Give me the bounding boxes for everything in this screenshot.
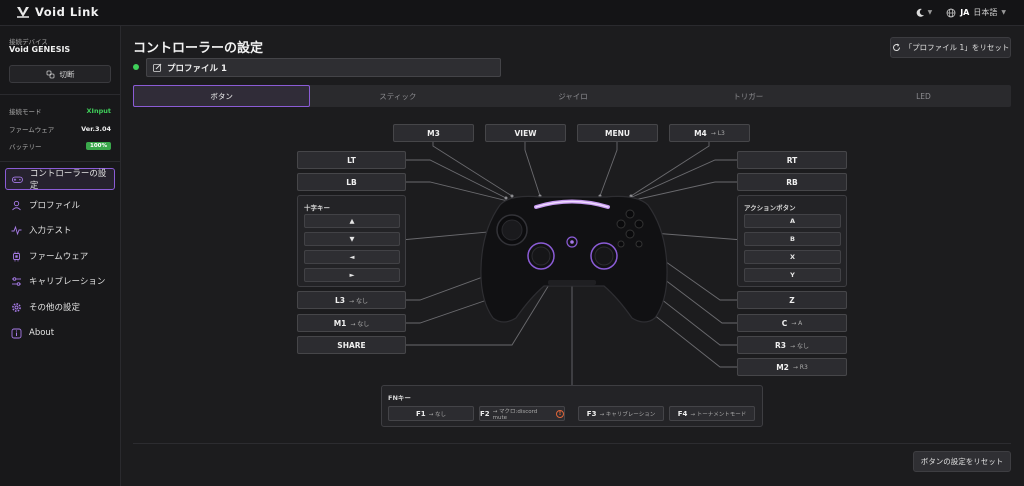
button-label: M3 — [427, 128, 440, 138]
map-button-c[interactable]: C → A — [737, 314, 847, 332]
fn-keys-title: FNキー — [388, 394, 411, 402]
dpad-down-button[interactable]: ▼ — [304, 232, 400, 246]
action-button-b[interactable]: B — [744, 232, 841, 246]
dpad-right-button[interactable]: ► — [304, 268, 400, 282]
map-button-r3[interactable]: R3 → なし — [737, 336, 847, 354]
button-mapping: → なし — [790, 342, 809, 350]
dpad-up-button[interactable]: ▲ — [304, 214, 400, 228]
map-button-z[interactable]: Z — [737, 291, 847, 309]
button-label: C — [781, 318, 788, 328]
map-button-share[interactable]: SHARE — [297, 336, 406, 354]
fn-button-f1[interactable]: F1 → なし — [388, 406, 474, 421]
map-button-m4[interactable]: M4 → L3 — [669, 124, 750, 142]
button-label: F1 — [415, 409, 426, 418]
fn-keys-group: FNキー F1 → なし F2 → マクロ:discord mute! F3 → キャ… — [381, 385, 763, 427]
button-label: RT — [786, 155, 798, 165]
button-label: VIEW — [514, 128, 537, 138]
button-label: L3 — [335, 295, 346, 305]
map-button-view[interactable]: VIEW — [485, 124, 566, 142]
controller-body — [480, 195, 668, 323]
button-mapping: → なし — [350, 320, 370, 328]
dpad-group: 十字キー ▲ ▼ ◄ ► — [297, 195, 406, 287]
button-label: MENU — [605, 128, 630, 138]
button-mapping: → A — [791, 319, 803, 327]
fn-button-f2[interactable]: F2 → マクロ:discord mute! — [479, 406, 565, 421]
button-label: RB — [786, 177, 798, 187]
button-mapping: → L3 — [710, 129, 725, 137]
action-button-y[interactable]: Y — [744, 268, 841, 282]
button-mapping: → なし — [349, 297, 368, 305]
action-button-x[interactable]: X — [744, 250, 841, 264]
warning-icon: ! — [556, 409, 564, 418]
reset-button-settings-button[interactable]: ボタンの設定をリセット — [913, 451, 1011, 472]
map-button-m2[interactable]: M2 → R3 — [737, 358, 847, 376]
map-button-lt[interactable]: LT — [297, 151, 406, 169]
button-label: SHARE — [337, 340, 366, 350]
button-mapping: → R3 — [792, 363, 808, 371]
divider — [133, 443, 1011, 444]
button-label: Z — [789, 295, 795, 305]
button-label: LT — [347, 155, 356, 165]
dpad-left-button[interactable]: ◄ — [304, 250, 400, 264]
dpad-title: 十字キー — [304, 204, 330, 212]
button-label: M2 — [776, 362, 789, 372]
button-label: M1 — [333, 318, 347, 328]
button-label: F2 — [480, 409, 490, 418]
action-button-a[interactable]: A — [744, 214, 841, 228]
button-label: LB — [346, 177, 357, 187]
map-button-m3[interactable]: M3 — [393, 124, 474, 142]
map-button-l3[interactable]: L3 → なし — [297, 291, 406, 309]
action-buttons-title: アクションボタン — [744, 204, 796, 212]
button-label: M4 — [694, 128, 707, 138]
button-label: F3 — [586, 409, 597, 418]
button-label: R3 — [775, 340, 787, 350]
fn-button-f3[interactable]: F3 → キャリブレーション — [578, 406, 664, 421]
map-button-rt[interactable]: RT — [737, 151, 847, 169]
map-button-menu[interactable]: MENU — [577, 124, 658, 142]
button-mapping: → なし — [428, 411, 446, 418]
button-mapping: → マクロ:discord mute — [492, 408, 538, 421]
button-mapping: → トーナメントモード — [690, 411, 747, 418]
fn-button-f4[interactable]: F4 → トーナメントモード — [669, 406, 755, 421]
action-buttons-group: アクションボタン A B X Y — [737, 195, 847, 287]
map-button-rb[interactable]: RB — [737, 173, 847, 191]
button-label: F4 — [677, 409, 688, 418]
button-mapping: → キャリブレーション — [599, 411, 656, 418]
map-button-m1[interactable]: M1 → なし — [297, 314, 406, 332]
map-button-lb[interactable]: LB — [297, 173, 406, 191]
